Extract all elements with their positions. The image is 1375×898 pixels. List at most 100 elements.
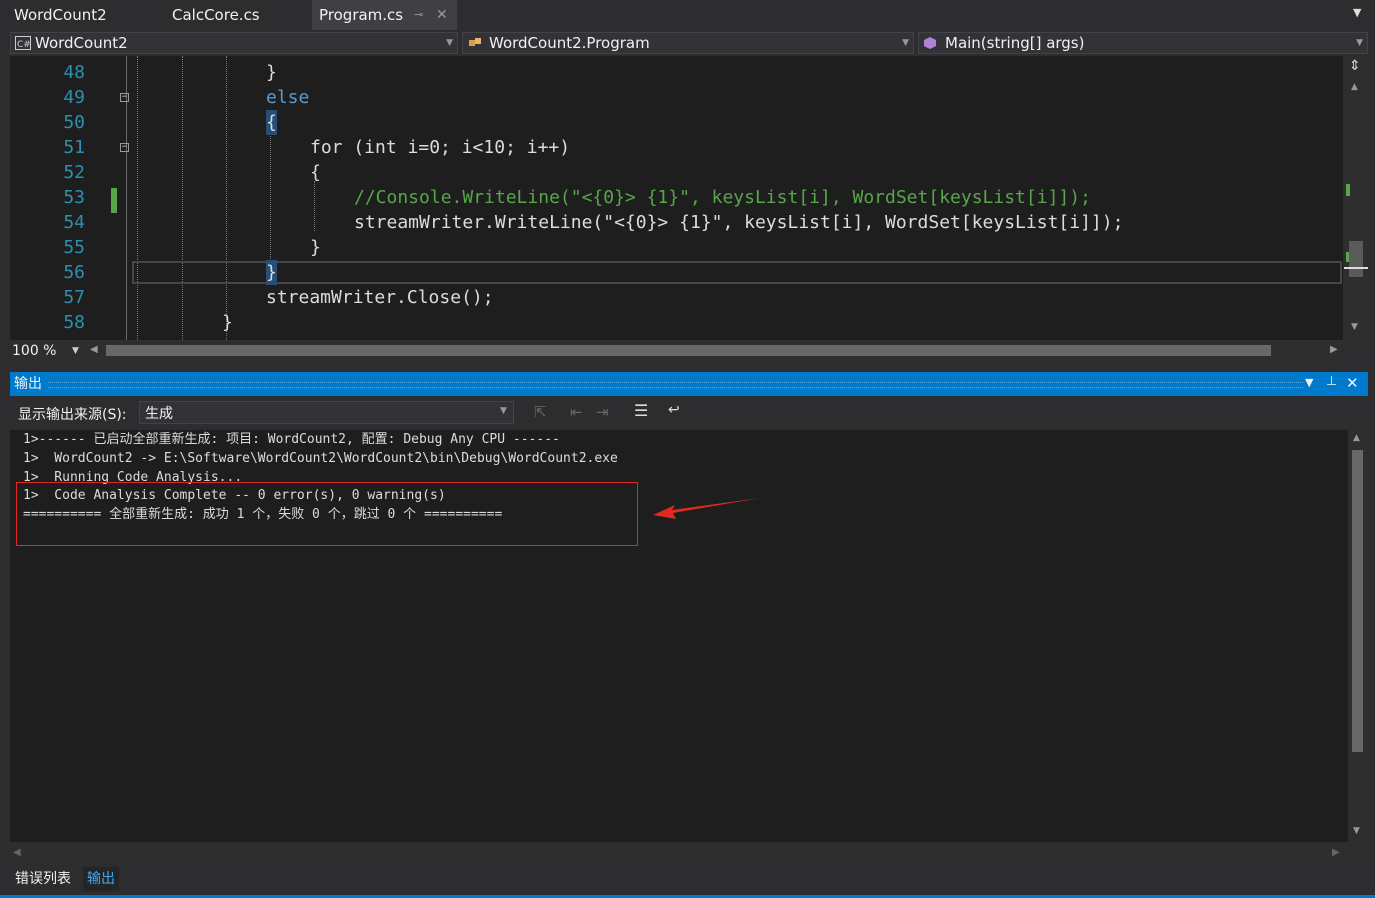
code-text: { [310,162,321,183]
tab-error-list[interactable]: 错误列表 [11,867,75,891]
line-number: 52 [63,162,85,183]
output-toolbar: 显示输出来源(S): 生成 ▼ ⇱ ⇤ ⇥ ☰ ↩ [10,398,1368,428]
code-line: 57 streamWriter.Close(); [10,285,1343,310]
tab-label: 输出 [87,871,115,887]
source-value: 生成 [145,406,173,422]
line-number: 50 [63,112,85,133]
scroll-thumb[interactable] [1349,241,1363,277]
change-mark [1346,184,1350,196]
navigation-bar: C# WordCount2 ▼ WordCount2.Program ▼ Mai… [0,30,1375,56]
tab-calccore[interactable]: CalcCore.cs [158,0,306,30]
code-editor[interactable]: 48} 49 − else 50 { 51 − for (int i=0; i<10; i… [10,56,1343,340]
scroll-left-icon[interactable]: ◀ [90,344,98,355]
code-line: 53 //Console.WriteLine("<{0}> {1}", keysL… [10,185,1343,210]
csharp-project-icon: C# [15,36,31,50]
chevron-down-icon: ▼ [500,406,507,416]
class-name: WordCount2.Program [489,34,650,52]
scroll-down-icon[interactable]: ▼ [1353,826,1360,836]
scroll-down-icon[interactable]: ▼ [1351,322,1358,332]
project-name: WordCount2 [35,34,128,52]
pin-icon[interactable]: ⊥ [1326,374,1337,389]
collapse-icon[interactable]: − [120,143,129,152]
line-number: 54 [63,212,85,233]
code-text: streamWriter.Close(); [266,287,494,308]
svg-text:C#: C# [17,40,31,50]
class-dropdown[interactable]: WordCount2.Program ▼ [462,32,914,54]
line-number: 49 [63,87,85,108]
output-line: 1>------ 已启动全部重新生成: 项目: WordCount2, 配置: … [23,432,560,447]
output-panel-header: 输出 ▼ ⊥ ✕ [10,372,1368,396]
code-text: } [266,62,277,83]
scroll-up-icon[interactable]: ▲ [1351,82,1358,92]
project-dropdown[interactable]: C# WordCount2 ▼ [10,32,458,54]
collapse-icon[interactable]: − [120,93,129,102]
close-icon[interactable]: ✕ [436,0,448,30]
tab-label: CalcCore.cs [172,6,260,24]
source-label: 显示输出来源(S): [18,407,127,423]
scroll-left-icon[interactable]: ◀ [13,847,21,858]
annotation-box [16,482,638,546]
code-line: 58} [10,310,1343,335]
code-text: } [222,312,233,333]
output-horizontal-scrollbar[interactable]: ◀ ▶ [10,842,1368,864]
code-text: { [266,110,277,135]
code-line: 52 { [10,160,1343,185]
window-options-icon[interactable]: ▼ [1305,376,1313,389]
member-dropdown[interactable]: Main(string[] args) ▼ [918,32,1368,54]
line-number: 56 [63,262,85,283]
class-icon [469,38,481,46]
drag-grip[interactable] [48,382,1303,388]
line-number: 53 [63,187,85,208]
split-window-icon[interactable]: ⇕ [1349,58,1361,74]
member-name: Main(string[] args) [945,34,1085,52]
source-dropdown[interactable]: 生成 ▼ [139,401,514,424]
editor-vertical-scrollbar[interactable]: ⇕ ▲ ▼ [1343,56,1369,340]
code-text: } [310,237,321,258]
code-line: 48} [10,60,1343,85]
code-text: streamWriter.WriteLine("<{0}> {1}", keys… [354,212,1124,233]
next-message-icon[interactable]: ⇥ [596,403,609,421]
code-line: 54 streamWriter.WriteLine("<{0}> {1}", ke… [10,210,1343,235]
scroll-right-icon[interactable]: ▶ [1332,847,1340,858]
word-wrap-icon[interactable]: ↩ [668,402,680,418]
code-text: for (int i=0; i<10; i++) [310,137,571,158]
output-vertical-scrollbar[interactable]: ▲ ▼ [1348,430,1368,842]
tab-overflow-dropdown-icon[interactable]: ▼ [1353,6,1361,19]
scroll-right-icon[interactable]: ▶ [1330,344,1338,355]
close-icon[interactable]: ✕ [1346,374,1359,392]
tab-output[interactable]: 输出 [83,867,119,891]
editor-horizontal-bar: 100 % ▼ ◀ ▶ [10,340,1343,362]
scroll-thumb[interactable] [1352,450,1363,752]
annotation-arrow-icon [653,498,760,519]
clear-all-icon[interactable]: ☰ [634,401,648,420]
chevron-down-icon: ▼ [1356,38,1363,48]
code-comment: //Console.WriteLine("<{0}> {1}", keysLis… [354,187,1091,208]
line-number: 48 [63,62,85,83]
code-text: else [266,87,310,108]
line-number: 57 [63,287,85,308]
code-line: 56} [10,260,1343,285]
horizontal-scroll-thumb[interactable] [106,345,1271,356]
tab-label: Program.cs [319,6,404,24]
scroll-up-icon[interactable]: ▲ [1353,433,1360,443]
code-text: } [266,260,277,285]
tab-label: WordCount2 [14,6,107,24]
previous-message-icon[interactable]: ⇤ [570,403,583,421]
chevron-down-icon: ▼ [72,346,79,356]
zoom-dropdown[interactable]: 100 % ▼ [10,340,82,362]
pin-icon[interactable]: ⊸ [414,0,423,30]
bottom-tool-tabs: 错误列表 输出 [0,864,1375,898]
line-number: 58 [63,312,85,333]
tab-program[interactable]: Program.cs ⊸ ✕ [312,0,457,30]
code-line: 51 − for (int i=0; i<10; i++) [10,135,1343,160]
zoom-level: 100 % [12,343,57,359]
tab-label: 错误列表 [15,871,71,887]
caret-position-mark [1344,267,1368,269]
find-message-icon[interactable]: ⇱ [534,403,547,421]
tab-wordcount2[interactable]: WordCount2 [0,0,148,30]
code-line: 49 − else [10,85,1343,110]
line-number: 55 [63,237,85,258]
output-panel-title: 输出 [14,376,42,392]
code-line: 55} [10,235,1343,260]
chevron-down-icon: ▼ [902,38,909,48]
